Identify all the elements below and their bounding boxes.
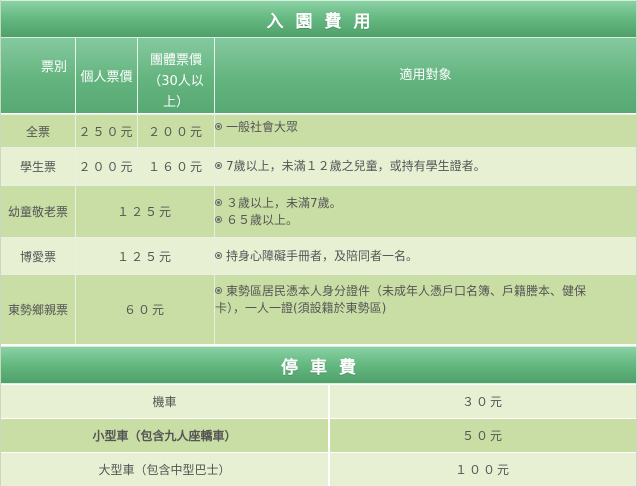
applicable-desc: 一般社會大眾 [215, 115, 636, 147]
ticket-name: 全票 [1, 115, 76, 147]
desc-text: 一般社會大眾 [226, 120, 299, 134]
individual-price: ２００元 [76, 148, 138, 185]
parking-row: 大型車（包含中型巴士） １００元 [1, 452, 636, 486]
header-applicable: 適用對象 [399, 68, 452, 83]
applicable-desc: 東勢區居民憑本人身分證件（未成年人憑戶口名簿、戶籍謄本、健保 卡），一人一證(須… [215, 275, 636, 344]
parking-banner: 停車費 [1, 346, 636, 384]
circle-bullet-icon [215, 198, 222, 206]
applicable-desc: 持身心障礙手冊者，及陪同者一名。 [215, 238, 636, 274]
applicable-desc: ３歲以上，未滿7歲。 ６５歲以上。 [215, 186, 636, 237]
desc-text: 東勢區居民憑本人身分證件（未成年人憑戶口名簿、戶籍謄本、健保 [226, 284, 587, 298]
ticket-name: 東勢鄉親票 [1, 275, 76, 344]
parking-fee: ３０元 [461, 395, 504, 409]
parking-row: 機車 ３０元 [1, 384, 636, 418]
fee-page: 入園費用 票別 個人票價 團體票價 （30人以 上） 適用對象 全票 ２５０元 … [0, 0, 637, 486]
vehicle-type: 小型車（包含九人座轎車） [1, 419, 330, 452]
parking-title: 停車費 [281, 357, 368, 378]
ticket-name: 幼童敬老票 [1, 186, 76, 237]
table-row: 博愛票 １２５元 持身心障礙手冊者，及陪同者一名。 [1, 237, 636, 274]
table-row: 東勢鄉親票 ６０元 東勢區居民憑本人身分證件（未成年人憑戶口名簿、戶籍謄本、健保… [1, 274, 636, 344]
desc-text: 7歲以上，未滿１２歲之兒童，或持有學生證者。 [226, 159, 486, 173]
circle-bullet-icon [215, 287, 222, 294]
ticket-name: 博愛票 [1, 238, 76, 274]
individual-price: ２５０元 [76, 115, 138, 147]
ticket-name: 學生票 [1, 148, 76, 185]
desc-text: ３歲以上，未滿7歲。 [226, 195, 342, 210]
parking-fee: １００元 [454, 463, 511, 477]
circle-bullet-icon [215, 162, 222, 169]
group-price: ２００元 [138, 115, 215, 147]
desc-text: 持身心障礙手冊者，及陪同者一名。 [226, 248, 419, 263]
desc-text: ６５歲以上。 [226, 212, 299, 227]
shared-price: １２５元 [76, 186, 215, 237]
circle-bullet-icon [215, 251, 222, 259]
shared-price: ６０元 [76, 275, 215, 344]
header-group-price: 團體票價 （30人以 上） [138, 38, 215, 113]
table-row: 幼童敬老票 １２５元 ３歲以上，未滿7歲。 ６５歲以上。 [1, 185, 636, 237]
header-group-price-line2: （30人以 [148, 74, 204, 89]
header-group-price-line3: 上） [162, 95, 189, 110]
vehicle-type: 機車 [1, 385, 330, 418]
header-group-price-line1: 團體票價 [149, 53, 202, 68]
admission-banner: 入園費用 [1, 0, 636, 38]
admission-title: 入園費用 [266, 11, 383, 32]
header-ticket-type: 票別 [1, 38, 76, 113]
admission-table-header: 票別 個人票價 團體票價 （30人以 上） 適用對象 [1, 38, 636, 113]
header-individual-price: 個人票價 [76, 38, 138, 113]
table-row: 學生票 ２００元 １６０元 7歲以上，未滿１２歲之兒童，或持有學生證者。 [1, 147, 636, 185]
applicable-desc: 7歲以上，未滿１２歲之兒童，或持有學生證者。 [215, 148, 636, 185]
desc-text-continued: 卡），一人一證(須設籍於東勢區) [215, 301, 387, 315]
shared-price: １２５元 [76, 238, 215, 274]
parking-fee: ５０元 [461, 429, 504, 443]
parking-row: 小型車（包含九人座轎車） ５０元 [1, 418, 636, 452]
circle-bullet-icon [215, 123, 222, 130]
vehicle-type: 大型車（包含中型巴士） [1, 453, 330, 486]
group-price: １６０元 [138, 148, 215, 185]
table-row: 全票 ２５０元 ２００元 一般社會大眾 [1, 114, 636, 147]
circle-bullet-icon [215, 215, 222, 223]
